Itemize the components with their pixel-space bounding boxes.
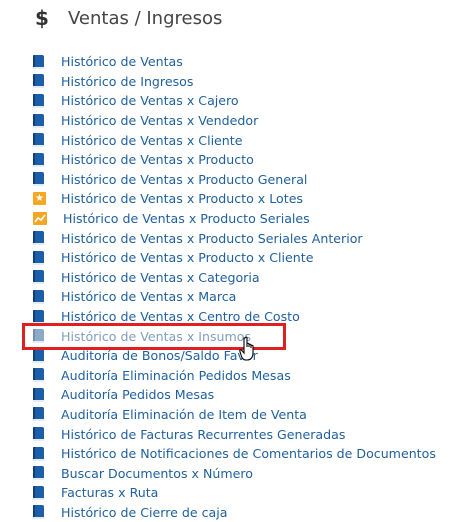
report-link-label: Histórico de Ventas x Producto xyxy=(61,152,254,168)
report-link-ventas-cliente[interactable]: Histórico de Ventas x Cliente xyxy=(33,130,436,150)
report-link-ventas-producto-cliente[interactable]: Histórico de Ventas x Producto x Cliente xyxy=(33,248,436,268)
book-icon xyxy=(33,485,44,500)
book-icon xyxy=(33,427,44,442)
report-link-label: Histórico de Ventas xyxy=(61,54,183,70)
book-icon xyxy=(33,309,44,324)
report-link-label: Histórico de Ventas x Producto x Cliente xyxy=(61,250,314,266)
report-link-label: Histórico de Ventas x Producto Seriales … xyxy=(61,230,363,246)
report-link-notificaciones-comentarios[interactable]: Histórico de Notificaciones de Comentari… xyxy=(33,444,436,464)
report-link-label: Histórico de Ventas x Marca xyxy=(61,289,237,305)
report-link-auditoria-pedidos-mesas[interactable]: Auditoría Pedidos Mesas xyxy=(33,385,436,405)
report-link-facturas-recurrentes[interactable]: Histórico de Facturas Recurrentes Genera… xyxy=(33,424,436,444)
report-link-historico-ventas[interactable]: Histórico de Ventas xyxy=(33,52,436,72)
report-link-ventas-producto-general[interactable]: Histórico de Ventas x Producto General xyxy=(33,170,436,190)
report-link-ventas-cajero[interactable]: Histórico de Ventas x Cajero xyxy=(33,91,436,111)
hand-cursor-icon xyxy=(239,336,254,361)
report-link-auditoria-eliminacion-pedidos[interactable]: Auditoría Eliminación Pedidos Mesas xyxy=(33,366,436,386)
report-link-ventas-marca[interactable]: Histórico de Ventas x Marca xyxy=(33,287,436,307)
book-icon xyxy=(33,446,44,461)
report-link-ventas-producto-seriales-anterior[interactable]: Histórico de Ventas x Producto Seriales … xyxy=(33,228,436,248)
report-link-label: Histórico de Facturas Recurrentes Genera… xyxy=(61,426,346,442)
report-link-label: Histórico de Ventas x Producto General xyxy=(61,171,308,187)
report-link-label: Facturas x Ruta xyxy=(61,485,159,501)
report-link-cierre-caja[interactable]: Histórico de Cierre de caja xyxy=(33,503,436,522)
report-link-ventas-producto-lotes[interactable]: ★ Histórico de Ventas x Producto x Lotes xyxy=(33,189,436,209)
book-icon xyxy=(33,231,44,246)
book-icon xyxy=(33,54,44,69)
report-link-label: Histórico de Notificaciones de Comentari… xyxy=(61,446,436,462)
report-link-auditoria-eliminacion-item[interactable]: Auditoría Eliminación de Item de Venta xyxy=(33,405,436,425)
book-icon xyxy=(33,505,44,520)
book-icon xyxy=(33,348,44,363)
chart-icon xyxy=(33,212,47,226)
report-link-ventas-vendedor[interactable]: Histórico de Ventas x Vendedor xyxy=(33,111,436,131)
report-link-historico-ingresos[interactable]: Histórico de Ingresos xyxy=(33,72,436,92)
report-link-label: Auditoría Eliminación Pedidos Mesas xyxy=(61,367,291,383)
star-icon: ★ xyxy=(33,192,46,206)
book-icon xyxy=(33,368,44,383)
report-link-label: Histórico de Ventas x Producto Seriales xyxy=(63,211,310,227)
book-icon xyxy=(33,387,44,402)
report-link-ventas-categoria[interactable]: Histórico de Ventas x Categoria xyxy=(33,268,436,288)
report-link-label: Buscar Documentos x Número xyxy=(61,465,253,481)
book-icon xyxy=(33,113,44,128)
book-icon xyxy=(33,289,44,304)
section-header: $ Ventas / Ingresos xyxy=(32,4,222,32)
book-icon xyxy=(33,172,44,187)
book-icon xyxy=(33,250,44,265)
book-icon xyxy=(33,466,44,481)
report-link-list: Histórico de Ventas Histórico de Ingreso… xyxy=(33,52,436,522)
book-icon xyxy=(33,74,44,89)
report-link-label: Histórico de Ventas x Producto x Lotes xyxy=(61,191,303,207)
section-title: Ventas / Ingresos xyxy=(68,7,223,29)
report-link-label: Histórico de Ventas x Centro de Costo xyxy=(61,309,300,325)
book-icon xyxy=(33,407,44,422)
report-link-label: Auditoría de Bonos/Saldo Favor xyxy=(61,348,258,364)
report-link-label: Auditoría Eliminación de Item de Venta xyxy=(61,406,307,422)
report-link-label: Histórico de Ventas x Cliente xyxy=(61,132,243,148)
report-link-label: Auditoría Pedidos Mesas xyxy=(61,387,215,403)
book-icon xyxy=(33,93,44,108)
report-link-label: Histórico de Ventas x Vendedor xyxy=(61,113,259,129)
book-icon xyxy=(33,133,44,148)
report-link-buscar-documentos[interactable]: Buscar Documentos x Número xyxy=(33,463,436,483)
report-link-label: Histórico de Cierre de caja xyxy=(61,504,228,520)
report-link-label: Histórico de Ingresos xyxy=(61,73,194,89)
dollar-icon: $ xyxy=(35,6,49,30)
report-link-ventas-producto-seriales[interactable]: Histórico de Ventas x Producto Seriales xyxy=(33,209,436,229)
report-link-label: Histórico de Ventas x Cajero xyxy=(61,93,239,109)
book-icon xyxy=(33,270,44,285)
report-link-ventas-producto[interactable]: Histórico de Ventas x Producto xyxy=(33,150,436,170)
report-link-facturas-ruta[interactable]: Facturas x Ruta xyxy=(33,483,436,503)
report-link-label: Histórico de Ventas x Categoria xyxy=(61,269,260,285)
book-icon xyxy=(33,152,44,167)
